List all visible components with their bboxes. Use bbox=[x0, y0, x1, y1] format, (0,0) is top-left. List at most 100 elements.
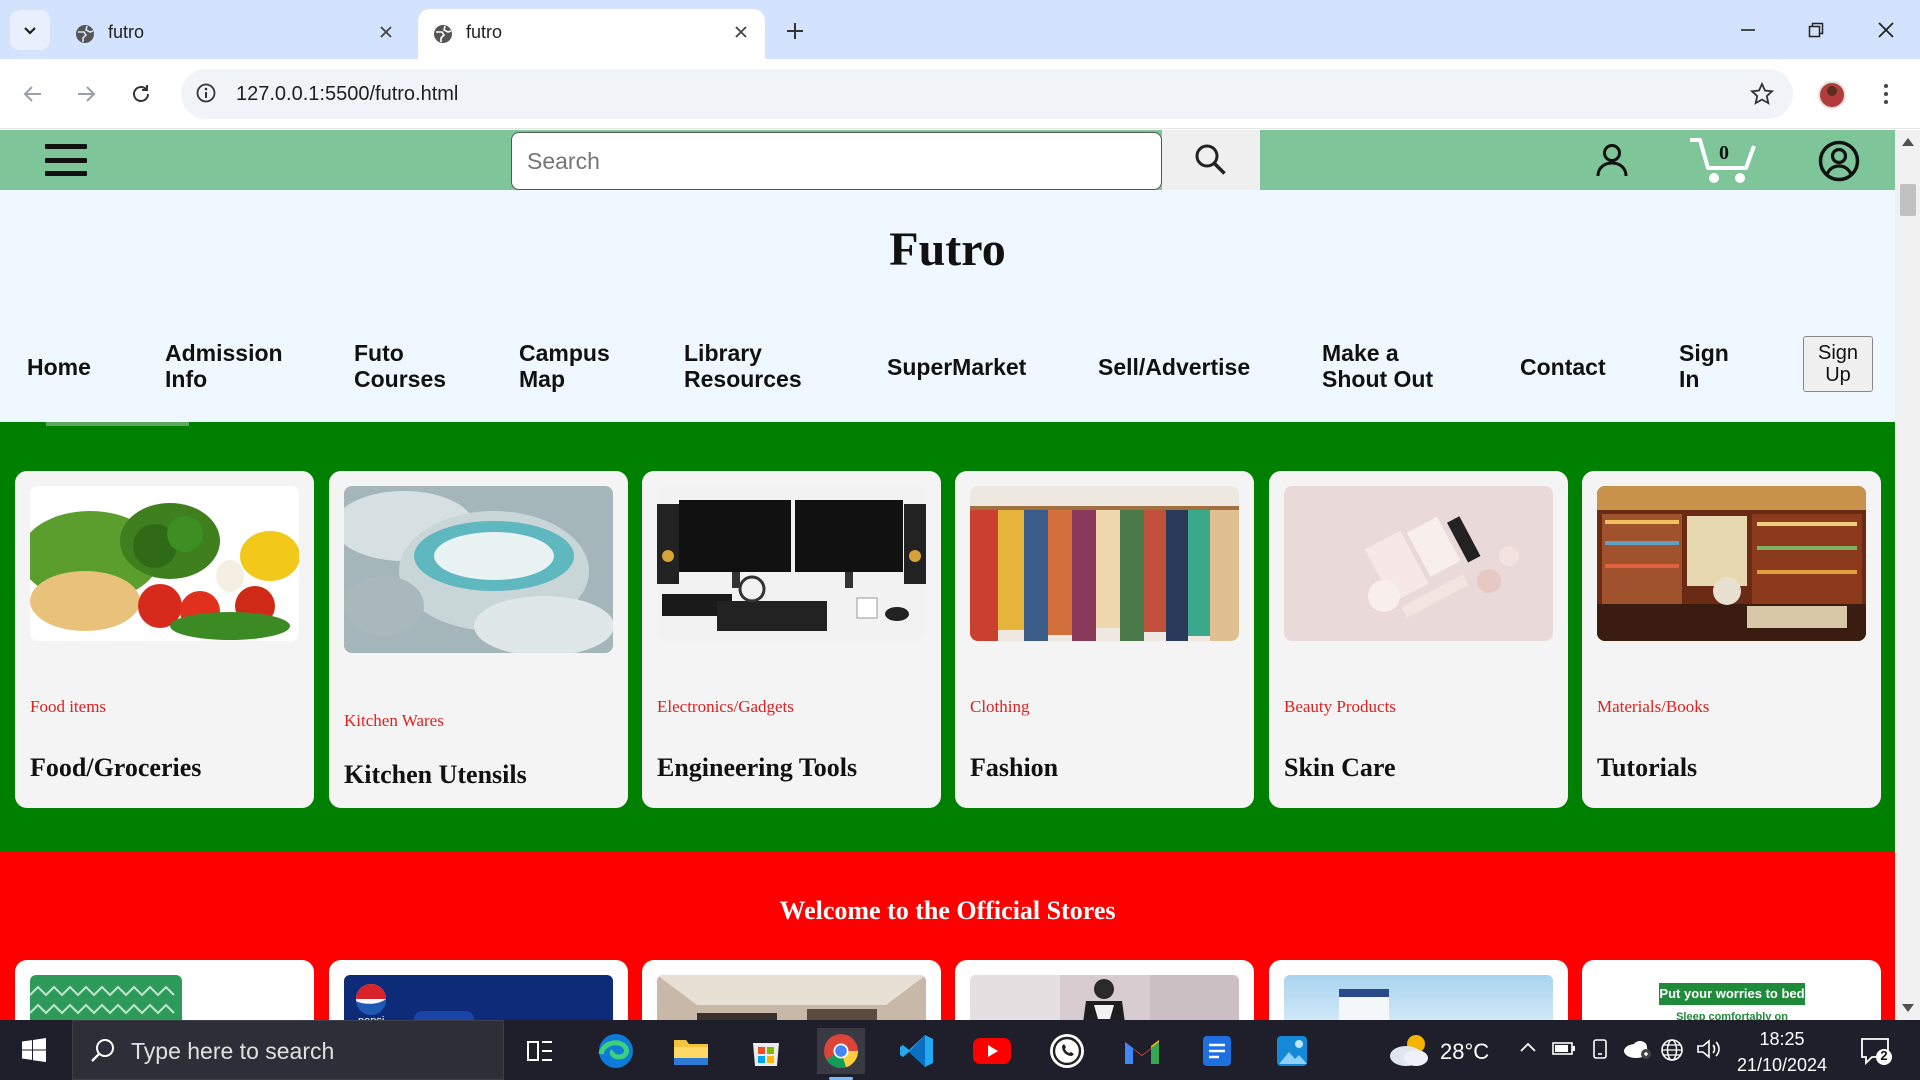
task-view-button[interactable] bbox=[516, 1028, 564, 1074]
close-tab-icon[interactable] bbox=[374, 20, 398, 44]
site-search-input[interactable] bbox=[511, 132, 1162, 190]
nav-item-campus-map[interactable]: Campus Map bbox=[519, 340, 610, 392]
category-card-food[interactable]: Food items Food/Groceries bbox=[15, 471, 314, 808]
youtube-icon bbox=[973, 1038, 1011, 1064]
browser-tab-1[interactable]: futro bbox=[60, 9, 410, 59]
file-explorer-app[interactable] bbox=[667, 1028, 715, 1074]
official-stores-section: Welcome to the Official Stores pepsi bbox=[0, 852, 1895, 1020]
weather-temperature: 28°C bbox=[1440, 1039, 1490, 1064]
reload-button[interactable] bbox=[123, 76, 159, 112]
mattress-subtext: Sleep comfortably on bbox=[1676, 1011, 1788, 1020]
sign-up-button[interactable]: Sign Up bbox=[1803, 336, 1873, 392]
store-card[interactable] bbox=[15, 960, 314, 1020]
browser-menu-icon[interactable] bbox=[1876, 79, 1896, 109]
edge-icon bbox=[598, 1034, 633, 1068]
tab-search-button[interactable] bbox=[10, 10, 50, 50]
nav-item-contact[interactable]: Contact bbox=[1520, 354, 1606, 380]
category-card-electronics[interactable]: Electronics/Gadgets Engineering Tools bbox=[642, 471, 941, 808]
notes-app[interactable] bbox=[1193, 1028, 1241, 1074]
photos-app[interactable] bbox=[1268, 1028, 1316, 1074]
close-window-button[interactable] bbox=[1866, 14, 1906, 46]
chrome-app[interactable] bbox=[817, 1028, 865, 1080]
category-card-kitchen[interactable]: Kitchen Wares Kitchen Utensils bbox=[329, 471, 628, 808]
nav-item-futo-courses[interactable]: Futo Courses bbox=[354, 340, 446, 392]
clock-date: 21/10/2024 bbox=[1736, 1055, 1828, 1075]
browser-tab-2[interactable]: futro bbox=[418, 9, 765, 59]
main-navigation: Home Admission Info Futo Courses Campus Map… bbox=[0, 340, 1895, 430]
profile-avatar[interactable] bbox=[1818, 81, 1846, 109]
category-title: Tutorials bbox=[1597, 753, 1698, 782]
category-card-beauty[interactable]: Beauty Products Skin Care bbox=[1269, 471, 1568, 808]
restore-button[interactable] bbox=[1796, 14, 1836, 46]
back-button[interactable] bbox=[15, 76, 51, 112]
skincare-bottle-image bbox=[1284, 975, 1553, 1020]
nav-item-sell-advertise[interactable]: Sell/Advertise bbox=[1098, 354, 1250, 380]
windows-start-icon[interactable] bbox=[22, 1038, 46, 1062]
computer-monitors-image bbox=[657, 486, 926, 641]
site-info-icon[interactable] bbox=[195, 82, 217, 104]
bookmark-star-icon[interactable] bbox=[1749, 81, 1775, 107]
hamburger-menu-icon[interactable] bbox=[45, 144, 87, 176]
page-scrollbar[interactable] bbox=[1895, 130, 1920, 1020]
category-card-books[interactable]: Materials/Books Tutorials bbox=[1582, 471, 1881, 808]
category-title: Kitchen Utensils bbox=[344, 760, 527, 789]
scrollbar-thumb[interactable] bbox=[1900, 184, 1916, 216]
minimize-button[interactable] bbox=[1728, 14, 1768, 46]
edge-app[interactable] bbox=[592, 1028, 640, 1074]
store-card[interactable]: Put your worries to bed Sleep comfortabl… bbox=[1582, 960, 1881, 1020]
notes-icon bbox=[1203, 1036, 1231, 1066]
photos-icon bbox=[1277, 1036, 1307, 1066]
forward-button[interactable] bbox=[68, 76, 104, 112]
gmail-app[interactable] bbox=[1118, 1028, 1166, 1074]
system-clock[interactable]: 18:25 21/10/2024 bbox=[1734, 1026, 1830, 1078]
search-icon bbox=[1195, 144, 1226, 175]
nav-item-supermarket[interactable]: SuperMarket bbox=[887, 354, 1026, 380]
vscode-icon bbox=[900, 1035, 933, 1067]
green-pattern-image bbox=[30, 975, 182, 1020]
search-button[interactable] bbox=[1162, 130, 1260, 190]
whatsapp-app[interactable] bbox=[1043, 1028, 1091, 1074]
microsoft-store-app[interactable] bbox=[742, 1028, 790, 1074]
device-icon[interactable] bbox=[1590, 1038, 1610, 1060]
scroll-down-arrow-icon[interactable] bbox=[1902, 1004, 1914, 1012]
youtube-app[interactable] bbox=[968, 1028, 1016, 1074]
volume-icon[interactable] bbox=[1696, 1038, 1722, 1060]
url-text[interactable]: 127.0.0.1:5500/futro.html bbox=[236, 83, 458, 106]
scroll-up-arrow-icon[interactable] bbox=[1902, 138, 1914, 146]
nav-item-home[interactable]: Home bbox=[27, 354, 91, 380]
onedrive-cloud-icon[interactable] bbox=[1622, 1038, 1652, 1060]
user-icon[interactable] bbox=[1594, 142, 1630, 178]
network-globe-icon[interactable] bbox=[1660, 1038, 1684, 1062]
mattress-image: Put your worries to bed Sleep comfortabl… bbox=[1597, 975, 1866, 1020]
category-label: Clothing bbox=[970, 697, 1030, 716]
globe-icon bbox=[76, 25, 94, 43]
address-bar[interactable]: 127.0.0.1:5500/futro.html bbox=[181, 69, 1793, 119]
taskbar-search-box[interactable]: Type here to search bbox=[72, 1020, 504, 1080]
chevron-up-icon[interactable] bbox=[1518, 1038, 1538, 1058]
categories-section: Food items Food/Groceries Kitchen Wares … bbox=[0, 422, 1895, 852]
new-tab-button[interactable] bbox=[780, 16, 810, 46]
reload-icon bbox=[133, 85, 149, 102]
nav-item-shout-out[interactable]: Make a Shout Out bbox=[1322, 340, 1433, 392]
notification-count-badge: 2 bbox=[1880, 1048, 1888, 1063]
nav-item-admission-info[interactable]: Admission Info bbox=[165, 340, 283, 392]
category-card-clothing[interactable]: Clothing Fashion bbox=[955, 471, 1254, 808]
notification-center-button[interactable]: 2 bbox=[1860, 1036, 1894, 1071]
nav-item-sign-in[interactable]: Sign In bbox=[1679, 340, 1729, 392]
weather-widget[interactable]: 28°C bbox=[1386, 1032, 1489, 1068]
taskbar-search-placeholder: Type here to search bbox=[131, 1038, 335, 1064]
account-circle-icon[interactable] bbox=[1818, 140, 1860, 182]
fashion-display-image bbox=[970, 975, 1239, 1020]
store-card[interactable] bbox=[955, 960, 1254, 1020]
battery-icon[interactable] bbox=[1552, 1038, 1576, 1058]
site-top-bar: 0 bbox=[0, 130, 1895, 190]
cart-button[interactable]: 0 bbox=[1688, 134, 1760, 186]
folder-icon bbox=[674, 1040, 708, 1065]
nav-item-library-resources[interactable]: Library Resources bbox=[684, 340, 802, 392]
store-card[interactable] bbox=[1269, 960, 1568, 1020]
close-tab-icon[interactable] bbox=[729, 20, 753, 44]
chevron-down-icon bbox=[24, 27, 36, 35]
store-card[interactable] bbox=[642, 960, 941, 1020]
vscode-app[interactable] bbox=[893, 1028, 941, 1074]
store-card[interactable]: pepsi bbox=[329, 960, 628, 1020]
